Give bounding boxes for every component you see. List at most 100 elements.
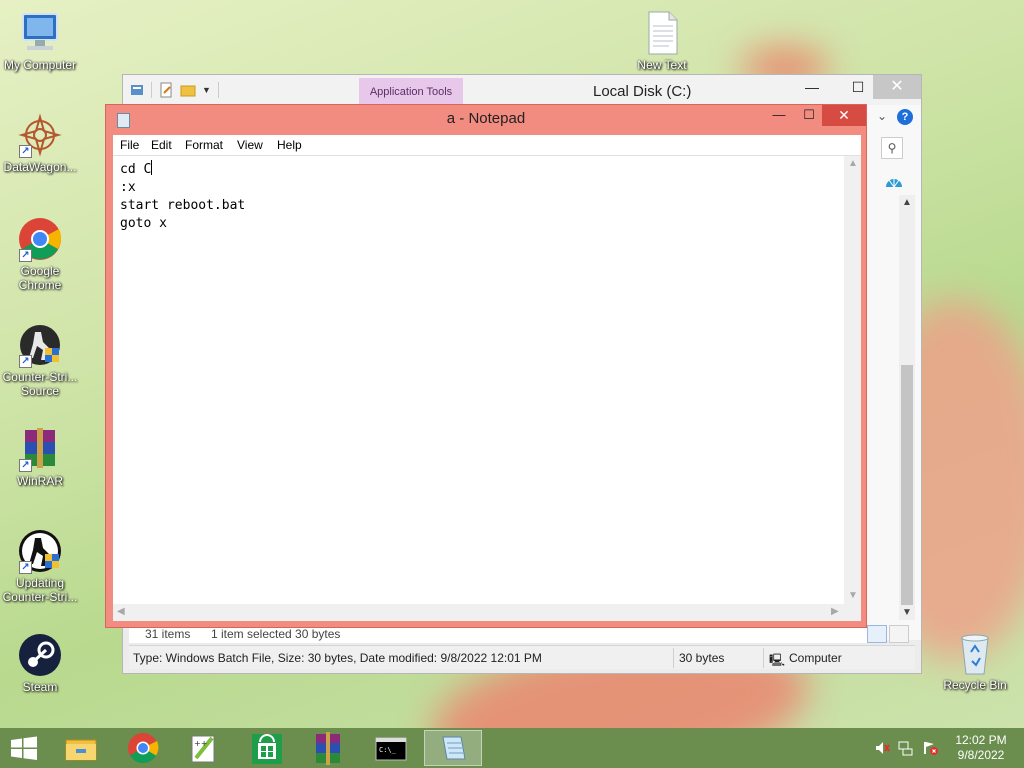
computer-icon: 🖳	[769, 653, 786, 667]
start-button[interactable]	[0, 728, 48, 768]
scroll-right-arrow-icon[interactable]: ▶	[831, 606, 839, 617]
desktop-icon-label: Google Chrome	[18, 264, 62, 292]
scroll-down-arrow-icon[interactable]: ▼	[848, 590, 858, 601]
desktop-icon-label: Recycle Bin	[943, 678, 1007, 692]
shortcut-arrow-icon: ↗	[19, 459, 32, 472]
minimize-button[interactable]: —	[789, 75, 835, 99]
desktop-icon-counter-strike-source[interactable]: ↗ Counter-Stri... Source	[0, 322, 80, 398]
new-folder-icon[interactable]	[180, 82, 196, 98]
details-view-button[interactable]	[867, 625, 887, 643]
quick-access-toolbar: ▼	[129, 81, 219, 99]
windows-logo-icon	[11, 736, 37, 760]
taskbar-google-chrome[interactable]	[114, 730, 172, 766]
shortcut-arrow-icon: ↗	[19, 561, 32, 574]
desktop-icon-updating-counter-strike[interactable]: ↗ Updating Counter-Stri...	[0, 528, 80, 604]
menu-bar: File Edit Format View Help	[113, 135, 861, 156]
close-button[interactable]: ✕	[822, 105, 866, 126]
text-file-icon	[639, 10, 685, 56]
network-icon[interactable]	[898, 740, 914, 756]
editor-line: goto x	[120, 216, 167, 231]
search-icon[interactable]: ⚲	[881, 137, 903, 159]
editor-content[interactable]: cd C:x start reboot.bat goto x	[120, 160, 245, 233]
help-button[interactable]: ?	[897, 109, 913, 125]
notepad-plus-plus-icon: ++	[191, 735, 215, 763]
volume-muted-icon[interactable]	[874, 740, 890, 756]
steam-icon	[17, 632, 63, 678]
desktop-icon-label: Counter-Stri... Source	[2, 370, 78, 398]
toolbar-divider	[218, 82, 219, 98]
toolbar-divider	[151, 82, 152, 98]
computer-icon	[17, 10, 63, 56]
desktop-icon-steam[interactable]: Steam	[0, 632, 80, 694]
text-editor[interactable]: cd C:x start reboot.bat goto x ▲ ▼ ◀ ▶	[113, 156, 861, 621]
menu-file[interactable]: File	[120, 138, 139, 152]
ribbon-tab-application-tools[interactable]: Application Tools	[359, 78, 463, 106]
scroll-down-arrow-icon[interactable]: ▼	[902, 607, 912, 618]
desktop-icon-datawagon[interactable]: ↗ DataWagon...	[0, 112, 80, 174]
shortcut-arrow-icon: ↗	[19, 145, 32, 158]
menu-format[interactable]: Format	[185, 138, 223, 152]
desktop-icon-google-chrome[interactable]: ↗ Google Chrome	[0, 216, 80, 292]
taskbar-winrar[interactable]	[300, 730, 358, 766]
desktop-icon-new-text[interactable]: New Text	[622, 10, 702, 72]
close-button[interactable]: ✕	[873, 75, 921, 99]
editor-line: start reboot.bat	[120, 198, 246, 213]
file-size: 30 bytes	[679, 651, 725, 665]
command-prompt-icon: C:\_	[375, 737, 407, 761]
counter-strike-icon: ↗	[17, 528, 63, 574]
desktop-icon-label: Steam	[22, 680, 58, 694]
desktop-icon-label: New Text	[637, 58, 687, 72]
ribbon-expand-icon[interactable]: ⌄	[877, 109, 887, 123]
winrar-icon	[316, 732, 340, 765]
horizontal-scrollbar[interactable]: ◀ ▶	[113, 604, 844, 621]
taskbar-notepad-plus-plus[interactable]: ++	[176, 730, 234, 766]
new-document-icon[interactable]	[158, 82, 174, 98]
scroll-up-arrow-icon[interactable]: ▲	[902, 197, 912, 208]
winrar-icon: ↗	[17, 426, 63, 472]
scroll-up-arrow-icon[interactable]: ▲	[848, 158, 858, 169]
editor-line: :x	[120, 180, 136, 195]
minimize-button[interactable]: —	[766, 105, 792, 126]
properties-icon[interactable]	[129, 82, 145, 98]
taskbar: ++ C:\_ 12:02 PM 9/8/2022	[0, 728, 1024, 768]
desktop-icon-label: DataWagon...	[3, 160, 77, 174]
vertical-scrollbar[interactable]: ▲ ▼	[844, 156, 861, 604]
recycle-bin-icon	[952, 630, 998, 676]
datawagon-icon: ↗	[17, 112, 63, 158]
desktop-icon-label: WinRAR	[16, 474, 63, 488]
status-separator	[673, 648, 674, 668]
menu-view[interactable]: View	[237, 138, 263, 152]
chrome-icon	[128, 733, 159, 764]
action-center-alert-icon[interactable]	[922, 740, 938, 756]
notepad-window[interactable]: a - Notepad — ☐ ✕ File Edit Format View …	[105, 104, 867, 628]
window-title: a - Notepad	[446, 110, 526, 127]
menu-help[interactable]: Help	[277, 138, 302, 152]
scrollbar-thumb[interactable]	[901, 365, 913, 605]
svg-text:++: ++	[194, 739, 207, 748]
taskbar-command-prompt[interactable]: C:\_	[362, 730, 420, 766]
clock-date: 9/8/2022	[957, 748, 1005, 762]
menu-edit[interactable]: Edit	[151, 138, 172, 152]
text-caret	[151, 160, 153, 175]
file-details: Type: Windows Batch File, Size: 30 bytes…	[133, 651, 542, 665]
taskbar-file-explorer[interactable]	[52, 730, 110, 766]
scroll-left-arrow-icon[interactable]: ◀	[117, 606, 125, 617]
explorer-titlebar[interactable]: ▼ Application Tools Local Disk (C:) — ☐ …	[123, 75, 921, 106]
desktop-icon-recycle-bin[interactable]: Recycle Bin	[935, 630, 1015, 692]
desktop-icon-label: My Computer	[3, 58, 77, 72]
large-icons-view-button[interactable]	[889, 625, 909, 643]
window-title: Local Disk (C:)	[593, 83, 692, 100]
chevron-down-icon[interactable]: ▼	[202, 82, 212, 98]
clock-time: 12:02 PM	[955, 733, 1007, 747]
taskbar-store[interactable]	[238, 730, 296, 766]
store-icon	[252, 734, 282, 764]
system-clock[interactable]: 12:02 PM 9/8/2022	[948, 733, 1014, 763]
notepad-icon	[442, 736, 466, 760]
desktop-icon-my-computer[interactable]: My Computer	[0, 10, 80, 72]
desktop-icon-winrar[interactable]: ↗ WinRAR	[0, 426, 80, 488]
taskbar-notepad[interactable]	[424, 730, 482, 766]
desktop-icon-label: Updating Counter-Stri...	[2, 576, 78, 604]
size-grip[interactable]	[844, 604, 861, 621]
maximize-button[interactable]: ☐	[796, 105, 822, 126]
shortcut-arrow-icon: ↗	[19, 249, 32, 262]
